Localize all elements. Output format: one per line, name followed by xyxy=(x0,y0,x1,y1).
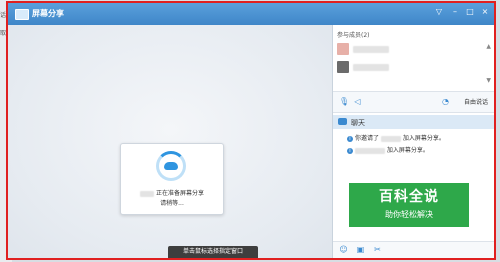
status-wait-text: 请稍等... xyxy=(160,200,184,207)
maximize-button[interactable]: □ xyxy=(465,7,475,17)
chat-toolbar: ☺ ▣ ✂ xyxy=(333,241,494,258)
scroll-up-icon[interactable]: ▲ xyxy=(486,43,491,50)
avatar xyxy=(337,61,349,73)
select-window-tooltip: 单击鼠标选择指定窗口 xyxy=(168,246,258,258)
image-icon[interactable]: ▣ xyxy=(356,245,365,254)
chat-message-prefix: 你邀请了 xyxy=(355,135,380,142)
chat-log: i 你邀请了 加入屏幕分享。 i 加入屏幕分享。 百科全说 助你轻松解决 xyxy=(333,129,494,243)
scroll-down-icon[interactable]: ▼ xyxy=(486,77,491,84)
emoji-icon[interactable]: ☺ xyxy=(339,245,348,254)
chat-header: 聊天 xyxy=(333,115,494,129)
chat-message-suffix: 加入屏幕分享。 xyxy=(402,135,445,142)
preparing-card: 正在准备屏幕分享 请稍等... xyxy=(120,143,224,215)
status-text: 正在准备屏幕分享 xyxy=(155,190,204,197)
info-icon: i xyxy=(347,135,353,142)
side-panel: 参与成员(2) ▲ ▼ 🎙 ◁ ◔ 自由说话 聊天 i你邀请了 加入屏幕分享。 xyxy=(332,25,494,258)
loading-spinner-icon xyxy=(156,151,186,181)
microphone-icon[interactable]: 🎙 xyxy=(339,97,349,106)
members-title: 参与成员(2) xyxy=(337,32,370,39)
chat-title: 聊天 xyxy=(351,119,365,127)
screen-share-app-icon xyxy=(15,9,29,20)
screen-share-window: 屏幕分享 ▽ – □ × 正在准备屏幕分享 请稍等... 单击鼠标选择指定窗口 … xyxy=(6,1,496,260)
share-stage[interactable]: 正在准备屏幕分享 请稍等... 单击鼠标选择指定窗口 xyxy=(8,25,332,258)
close-button[interactable]: × xyxy=(480,7,490,17)
minimize-button[interactable]: – xyxy=(450,7,460,17)
scissors-icon[interactable]: ✂ xyxy=(373,245,382,254)
info-icon: i xyxy=(347,147,353,154)
window-title: 屏幕分享 xyxy=(32,9,64,18)
speaker-icon[interactable]: ◁ xyxy=(353,97,362,106)
pin-button[interactable]: ▽ xyxy=(434,7,444,17)
chat-message-suffix: 加入屏幕分享。 xyxy=(386,147,429,154)
avatar xyxy=(337,43,349,55)
watermark-subtitle: 助你轻松解决 xyxy=(385,210,433,219)
redacted-name xyxy=(380,135,401,142)
redacted-name xyxy=(355,147,385,154)
cloud-icon xyxy=(164,162,178,170)
member-item[interactable] xyxy=(337,43,467,57)
free-talk-icon[interactable]: ◔ xyxy=(441,97,450,106)
watermark-title: 百科全说 xyxy=(379,189,439,205)
free-talk-button[interactable]: 自由说话 xyxy=(464,97,488,106)
chat-message: i 加入屏幕分享。 xyxy=(347,145,429,154)
chat-bubble-icon xyxy=(338,118,347,125)
member-item[interactable] xyxy=(337,61,467,75)
title-bar[interactable]: 屏幕分享 ▽ – □ × xyxy=(8,3,494,25)
member-name xyxy=(353,64,389,71)
member-name xyxy=(353,46,389,53)
chat-message: i 你邀请了 加入屏幕分享。 xyxy=(347,133,445,142)
status-message: 正在准备屏幕分享 xyxy=(121,188,223,197)
voice-controls: 🎙 ◁ ◔ 自由说话 xyxy=(333,91,494,113)
redacted-name xyxy=(140,190,155,197)
watermark-logo: 百科全说 助你轻松解决 xyxy=(349,183,469,227)
